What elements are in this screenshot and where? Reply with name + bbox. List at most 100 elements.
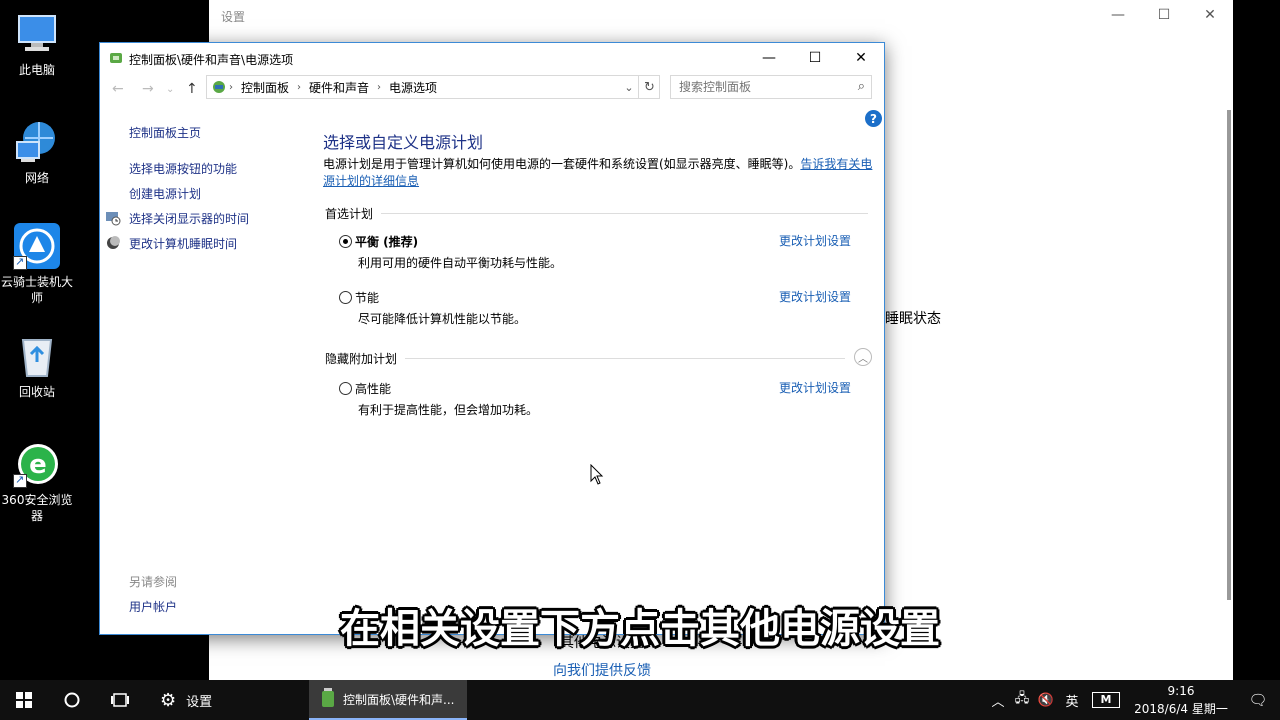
sleep-time-link[interactable]: 更改计算机睡眠时间 — [107, 235, 238, 252]
display-off-time-link[interactable]: 选择关闭显示器的时间 — [106, 210, 249, 227]
radio-balanced[interactable] — [339, 235, 352, 248]
taskbar-settings-app[interactable]: ⚙ 设置 — [152, 680, 302, 720]
window-title: 控制面板\硬件和声音\电源选项 — [129, 53, 294, 67]
hidden-plans-label: 隐藏附加计划 — [325, 352, 398, 366]
power-options-icon — [321, 687, 335, 711]
desktop-icon-label: 此电脑 — [18, 63, 55, 77]
plan-name: 平衡 (推荐) — [355, 235, 419, 249]
page-title: 选择或自定义电源计划 — [323, 133, 484, 152]
close-button[interactable]: ✕ — [1187, 0, 1233, 30]
hidden-plans-header[interactable]: 隐藏附加计划 — [325, 350, 846, 367]
chevron-right-icon[interactable]: › — [375, 82, 383, 93]
plan-desc: 有利于提高性能，但会增加功耗。 — [358, 403, 539, 417]
title-bar[interactable]: 控制面板\硬件和声音\电源选项 — ☐ ✕ — [100, 43, 884, 73]
plan-name: 节能 — [355, 291, 380, 305]
start-button[interactable] — [0, 680, 48, 720]
feedback-link[interactable]: 向我们提供反馈 — [553, 660, 651, 680]
maximize-button[interactable]: ☐ — [1141, 0, 1187, 30]
change-plan-settings-high-performance[interactable]: 更改计划设置 — [779, 379, 851, 396]
system-tray: ︿ 🖧 🔇 英 M 9:16 2018/6/4 星期一 🗨 — [986, 680, 1280, 720]
chevron-right-icon[interactable]: › — [227, 82, 235, 93]
chevron-up-icon[interactable]: ︿ — [854, 348, 872, 366]
ime-indicator[interactable]: 英 — [1058, 691, 1086, 710]
clock[interactable]: 9:16 2018/6/4 星期一 — [1126, 682, 1236, 718]
notification-center-icon[interactable]: 🗨 — [1236, 691, 1280, 709]
change-plan-settings-power-saver[interactable]: 更改计划设置 — [779, 288, 851, 305]
sleep-state-text: 睡眠状态 — [885, 311, 941, 327]
description-text: 电源计划是用于管理计算机如何使用电源的一套硬件和系统设置(如显示器亮度、睡眠等)… — [323, 157, 801, 171]
refresh-icon[interactable]: ↻ — [638, 75, 660, 99]
taskbar-cp-label: 控制面板\硬件和声... — [343, 692, 455, 707]
search-icon[interactable]: ⌕ — [858, 79, 865, 94]
volume-muted-icon[interactable]: 🔇 — [1034, 693, 1058, 708]
preferred-plans-label: 首选计划 — [325, 207, 374, 221]
control-panel-home-link[interactable]: 控制面板主页 — [129, 124, 201, 141]
task-view-button[interactable] — [96, 680, 144, 720]
desktop-icon-label: 网络 — [24, 171, 49, 185]
windows-logo-icon — [16, 692, 32, 708]
browser-360-icon: e — [13, 440, 61, 488]
preferred-plans-header: 首选计划 — [325, 205, 869, 222]
search-box[interactable]: ⌕ — [670, 75, 872, 99]
chevron-down-icon[interactable]: ⌄ — [620, 75, 638, 99]
plan-desc: 尽可能降低计算机性能以节能。 — [358, 312, 527, 326]
minimize-button[interactable]: — — [746, 43, 792, 73]
search-button[interactable] — [48, 680, 96, 720]
taskbar: ⚙ 设置 控制面板\硬件和声... ︿ 🖧 🔇 英 M 9:16 2018/6/… — [0, 680, 1280, 720]
gear-icon: ⚙ — [160, 689, 177, 711]
left-nav: 控制面板主页 选择电源按钮的功能 创建电源计划 选择关闭显示器的时间 更改计算机… — [100, 105, 310, 635]
breadcrumb-power-options[interactable]: 电源选项 — [383, 79, 443, 96]
desktop-icon-360-browser[interactable]: e 360安全浏览器 — [0, 440, 74, 524]
help-icon[interactable]: ? — [865, 110, 882, 127]
knight-app-icon — [13, 222, 61, 270]
shortcut-arrow-icon — [13, 472, 27, 488]
plan-desc: 利用可用的硬件自动平衡功耗与性能。 — [358, 256, 563, 270]
display-clock-icon — [105, 210, 121, 226]
up-arrow-icon[interactable]: ↑ — [186, 81, 198, 97]
page-description: 电源计划是用于管理计算机如何使用电源的一套硬件和系统设置(如显示器亮度、睡眠等)… — [323, 156, 875, 190]
breadcrumb-control-panel[interactable]: 控制面板 — [235, 79, 295, 96]
address-box[interactable]: › 控制面板 › 硬件和声音 › 电源选项 — [206, 75, 660, 99]
maximize-button[interactable]: ☐ — [792, 43, 838, 73]
taskbar-control-panel-app[interactable]: 控制面板\硬件和声... — [309, 680, 467, 720]
divider — [381, 213, 869, 214]
taskbar-settings-label: 设置 — [186, 694, 213, 710]
control-panel-window: 控制面板\硬件和声音\电源选项 — ☐ ✕ ← → ⌄ ↑ › 控制面板 › 硬… — [99, 42, 885, 635]
video-subtitle: 在相关设置下方点击其他电源设置 — [340, 606, 940, 652]
recycle-bin-icon — [13, 332, 61, 380]
sleep-time-label: 更改计算机睡眠时间 — [129, 237, 238, 251]
computer-icon — [13, 10, 61, 58]
radio-high-performance[interactable] — [339, 382, 352, 395]
desktop-icon-label: 回收站 — [18, 385, 55, 399]
settings-window-title: 设置 — [221, 10, 246, 24]
create-power-plan-link[interactable]: 创建电源计划 — [129, 185, 201, 202]
ime-mode-icon[interactable]: M — [1092, 692, 1120, 708]
control-panel-icon — [207, 79, 227, 95]
recent-dropdown-icon[interactable]: ⌄ — [166, 84, 174, 95]
desktop-icon-this-pc[interactable]: 此电脑 — [0, 10, 74, 78]
see-also-heading: 另请参阅 — [129, 575, 178, 589]
desktop-icon-recycle-bin[interactable]: 回收站 — [0, 332, 74, 400]
radio-power-saver[interactable] — [339, 291, 352, 304]
desktop-icon-knight[interactable]: 云骑士装机大师 — [0, 222, 74, 306]
forward-arrow-icon[interactable]: → — [142, 81, 154, 97]
power-options-icon — [108, 50, 124, 66]
minimize-button[interactable]: — — [1095, 0, 1141, 30]
clock-time: 9:16 — [1167, 684, 1195, 698]
clock-date: 2018/6/4 星期一 — [1134, 702, 1228, 716]
network-status-icon[interactable]: 🖧 — [1010, 689, 1034, 711]
desktop-icon-label: 云骑士装机大师 — [0, 275, 73, 305]
chevron-right-icon[interactable]: › — [295, 82, 303, 93]
scrollbar[interactable] — [1227, 110, 1231, 600]
close-button[interactable]: ✕ — [838, 43, 884, 73]
address-bar-row: ← → ⌄ ↑ › 控制面板 › 硬件和声音 › 电源选项 ⌄ ↻ ⌕ — [100, 73, 884, 105]
mouse-cursor-icon — [590, 463, 604, 489]
breadcrumb-hardware-sound[interactable]: 硬件和声音 — [303, 79, 375, 96]
power-button-function-link[interactable]: 选择电源按钮的功能 — [129, 160, 237, 177]
change-plan-settings-balanced[interactable]: 更改计划设置 — [779, 232, 851, 249]
chevron-up-icon[interactable]: ︿ — [986, 691, 1010, 710]
desktop-icon-network[interactable]: 网络 — [0, 118, 74, 186]
search-input[interactable] — [671, 76, 841, 98]
back-arrow-icon[interactable]: ← — [112, 81, 124, 97]
task-view-icon — [111, 693, 129, 707]
